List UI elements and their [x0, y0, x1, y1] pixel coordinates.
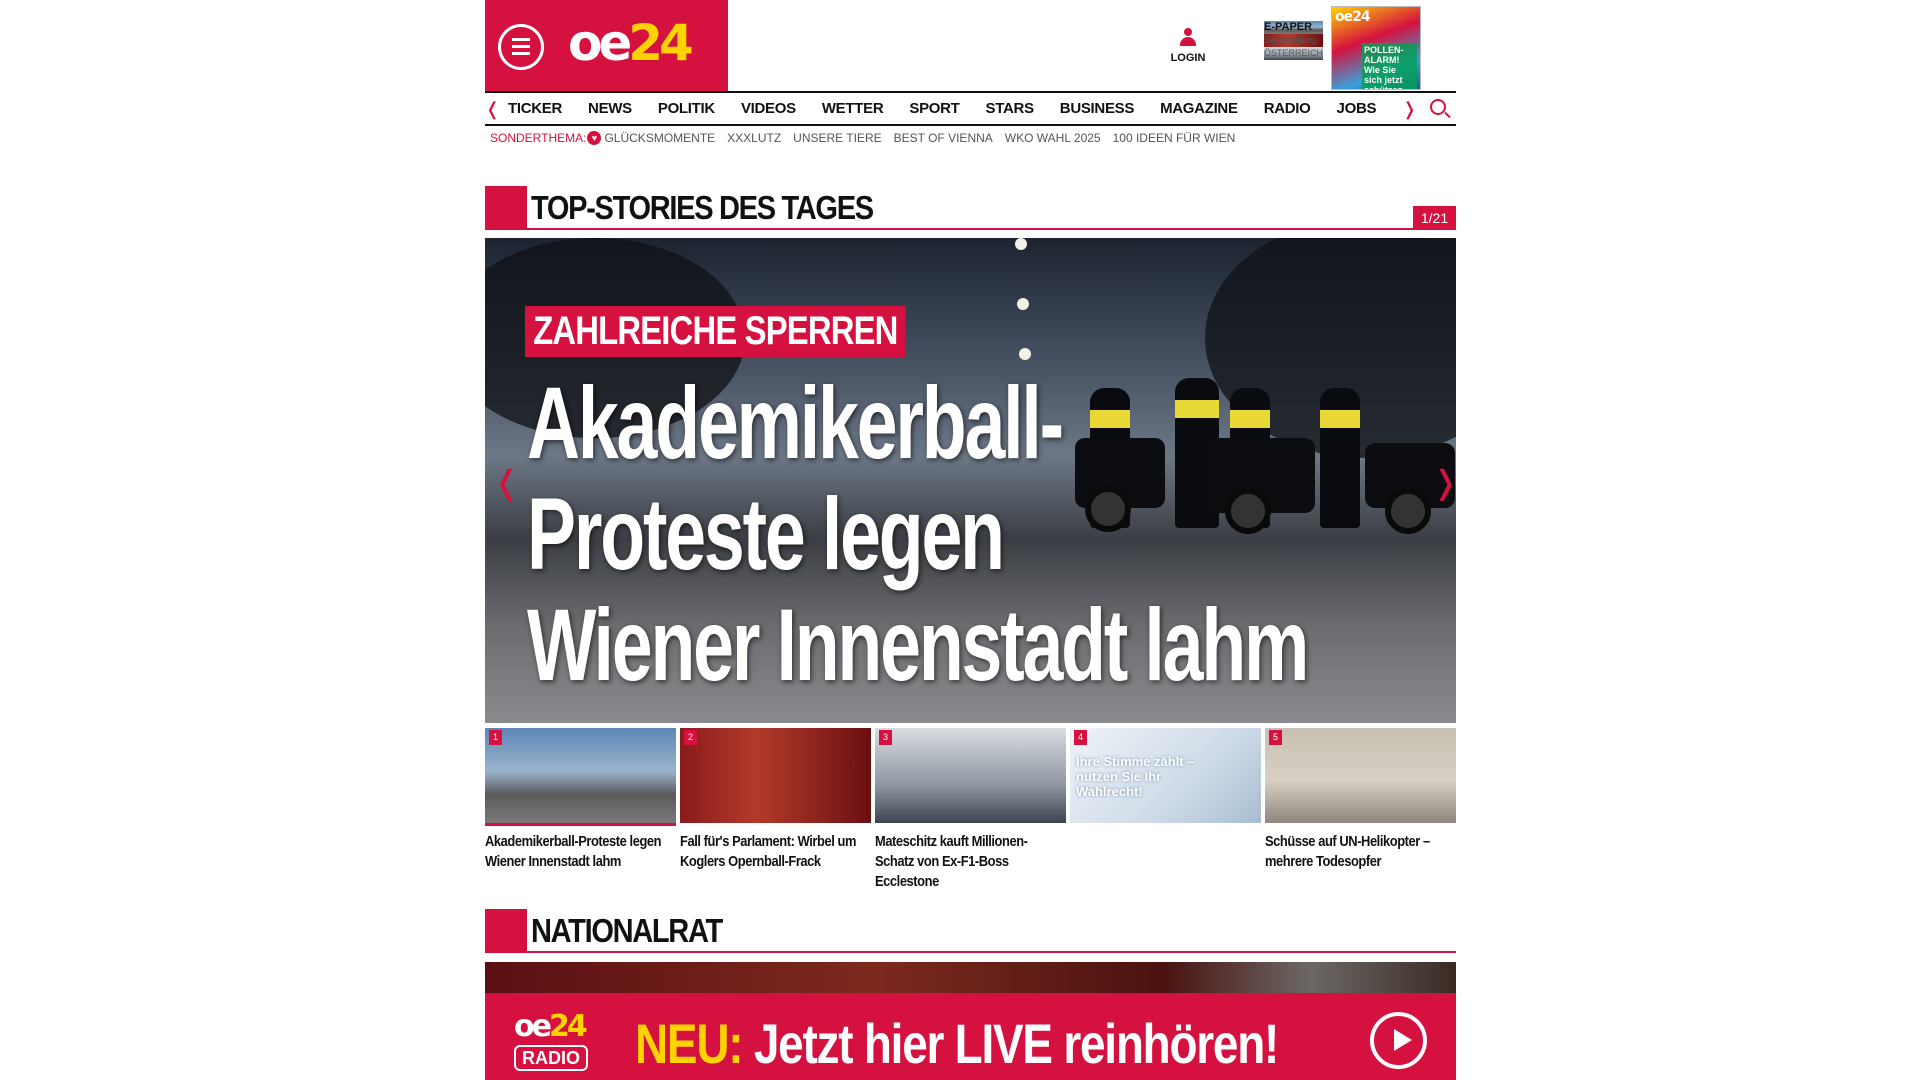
nav-item-sport[interactable]: SPORT	[909, 100, 959, 117]
hero-headline-line: Akademikerball-	[527, 366, 1064, 480]
thumb-story[interactable]: 2 Fall für's Parlament: Wirbel um Kogler…	[680, 728, 871, 892]
section-title: TOP-STORIES DES TAGES	[531, 189, 874, 226]
thumb-caption: Mateschitz kauft Millionen-Schatz von Ex…	[875, 833, 1028, 890]
hero-headline[interactable]: Akademikerball- Proteste legen Wiener In…	[527, 368, 1319, 701]
logo-box: oe24	[485, 0, 728, 91]
play-icon[interactable]	[1370, 1012, 1427, 1069]
hero-kicker: ZAHLREICHE SPERREN	[525, 306, 906, 357]
epaper-subtitle: Tageszeitung	[1264, 34, 1324, 47]
active-indicator	[485, 823, 676, 826]
slider-next-icon[interactable]: ❭	[1432, 463, 1456, 501]
thumb-image: 1	[485, 728, 676, 823]
thumb-image: 2	[680, 728, 871, 823]
hero-officer	[1320, 388, 1360, 528]
menu-icon[interactable]	[498, 24, 544, 70]
thumb-caption: Fall für's Parlament: Wirbel um Koglers …	[680, 833, 857, 870]
special-topic-link[interactable]: WKO WAHL 2025	[1005, 131, 1101, 145]
hero-headline-line: Proteste legen	[527, 477, 1005, 591]
login-label: LOGIN	[1170, 52, 1206, 64]
main-column: oe24 LOGIN E-PAPER Tageszeitung ÖSTERREI…	[485, 0, 1456, 1080]
site-logo[interactable]: oe24	[568, 14, 694, 72]
hero-lamp	[1017, 298, 1029, 310]
nav-items: TICKER NEWS POLITIK VIDEOS WETTER SPORT STARS B…	[508, 100, 1402, 117]
thumb-number: 2	[684, 730, 697, 745]
nav-item-radio[interactable]: RADIO	[1264, 100, 1311, 117]
special-topic-link[interactable]: GLÜCKSMOMENTE	[604, 131, 715, 145]
slider-prev-icon[interactable]: ❬	[493, 463, 520, 501]
site-header: oe24 LOGIN E-PAPER Tageszeitung ÖSTERREI…	[485, 0, 1456, 91]
radio-logo: oe24 RADIO	[514, 1011, 606, 1075]
nationalrat-image[interactable]	[485, 962, 1456, 993]
chevron-right-icon[interactable]: ❭	[1402, 99, 1417, 120]
nav-item-videos[interactable]: VIDEOS	[741, 100, 796, 117]
nav-item-news[interactable]: NEWS	[588, 100, 632, 117]
epaper-link[interactable]: E-PAPER Tageszeitung ÖSTERREICH	[1264, 21, 1324, 60]
hero-headline-line: Wiener Innenstadt lahm	[527, 588, 1309, 702]
special-topics-bar: SONDERTHEMA: ♥ GLÜCKSMOMENTE XXXLUTZ UNSER…	[490, 131, 1247, 145]
epaper-cover-logo: oe24	[1335, 9, 1371, 25]
thumb-number: 1	[489, 730, 502, 745]
nav-item-stars[interactable]: STARS	[986, 100, 1035, 117]
thumb-story[interactable]: 5 Schüsse auf UN-Helikopter – mehrere To…	[1265, 728, 1456, 892]
epaper-title: E-PAPER	[1264, 21, 1324, 34]
nav-item-jobs[interactable]: JOBS	[1337, 100, 1377, 117]
special-topic-link[interactable]: 100 IDEEN FÜR WIEN	[1113, 131, 1236, 145]
thumb-number: 4	[1074, 730, 1087, 745]
section-marker	[485, 186, 527, 230]
special-topics-items: GLÜCKSMOMENTE XXXLUTZ UNSERE TIERE BEST OF …	[604, 131, 1247, 145]
thumb-story[interactable]: 1 Akademikerball-Proteste legen Wiener I…	[485, 728, 676, 892]
section-divider	[527, 228, 1456, 230]
radio-banner[interactable]: oe24 RADIO NEU: Jetzt hier LIVE reinhöre…	[485, 993, 1456, 1080]
hero-lamp	[1015, 238, 1027, 250]
thumb-image: 5	[1265, 728, 1456, 823]
heart-icon: ♥	[587, 131, 602, 145]
thumb-image: 3	[875, 728, 1066, 823]
chevron-left-icon[interactable]: ❬	[485, 99, 500, 120]
section-title[interactable]: NATIONALRAT	[531, 912, 723, 950]
hero-wheel	[1385, 488, 1431, 534]
epaper-cover[interactable]: oe24 POLLEN-ALARM! Wie Sie sich jetzt sc…	[1331, 6, 1421, 90]
special-topic-link[interactable]: XXXLUTZ	[727, 131, 781, 145]
special-topic-link[interactable]: BEST OF VIENNA	[894, 131, 993, 145]
user-icon	[1179, 28, 1197, 48]
search-icon[interactable]	[1430, 99, 1446, 115]
thumb-number: 5	[1269, 730, 1282, 745]
thumb-story[interactable]: 4 Ihre Stimme zählt – nutzen Sie Ihr Wah…	[1070, 728, 1261, 892]
nav-item-wetter[interactable]: WETTER	[822, 100, 884, 117]
thumb-overlay-text: Ihre Stimme zählt – nutzen Sie Ihr Wahlr…	[1076, 754, 1195, 799]
radio-label: RADIO	[514, 1045, 588, 1071]
thumb-story[interactable]: 3 Mateschitz kauft Millionen-Schatz von …	[875, 728, 1066, 892]
nav-item-business[interactable]: BUSINESS	[1060, 100, 1135, 117]
nav-item-politik[interactable]: POLITIK	[658, 100, 715, 117]
thumb-image: 4 Ihre Stimme zählt – nutzen Sie Ihr Wah…	[1070, 728, 1261, 823]
section-divider	[527, 951, 1456, 953]
epaper-cover-headline: POLLEN-ALARM! Wie Sie sich jetzt schütze…	[1362, 43, 1417, 89]
nav-item-magazine[interactable]: MAGAZINE	[1160, 100, 1238, 117]
thumb-caption: Schüsse auf UN-Helikopter – mehrere Tode…	[1265, 833, 1430, 870]
radio-banner-text: NEU: Jetzt hier LIVE reinhören!	[635, 1012, 1279, 1075]
epaper-region: ÖSTERREICH	[1264, 47, 1324, 60]
nav-item-ticker[interactable]: TICKER	[508, 100, 562, 117]
slide-counter: 1/21	[1413, 206, 1456, 230]
nationalrat-header: NATIONALRAT	[485, 909, 1456, 953]
hero-lamp	[1019, 348, 1031, 360]
page: oe24 LOGIN E-PAPER Tageszeitung ÖSTERREI…	[0, 0, 1920, 1080]
special-topic-link[interactable]: UNSERE TIERE	[793, 131, 881, 145]
thumb-caption: Akademikerball-Proteste legen Wiener Inn…	[485, 833, 662, 870]
thumb-number: 3	[879, 730, 892, 745]
special-topics-label: SONDERTHEMA:	[490, 131, 587, 145]
story-thumbnails: 1 Akademikerball-Proteste legen Wiener I…	[485, 728, 1456, 892]
hero-slide[interactable]: ZAHLREICHE SPERREN Akademikerball- Prote…	[485, 238, 1456, 723]
main-nav: ❬ TICKER NEWS POLITIK VIDEOS WETTER SPORT STAR…	[485, 91, 1456, 126]
top-stories-header: TOP-STORIES DES TAGES 1/21	[485, 186, 1456, 230]
section-marker	[485, 909, 527, 953]
login-button[interactable]: LOGIN	[1168, 28, 1208, 64]
